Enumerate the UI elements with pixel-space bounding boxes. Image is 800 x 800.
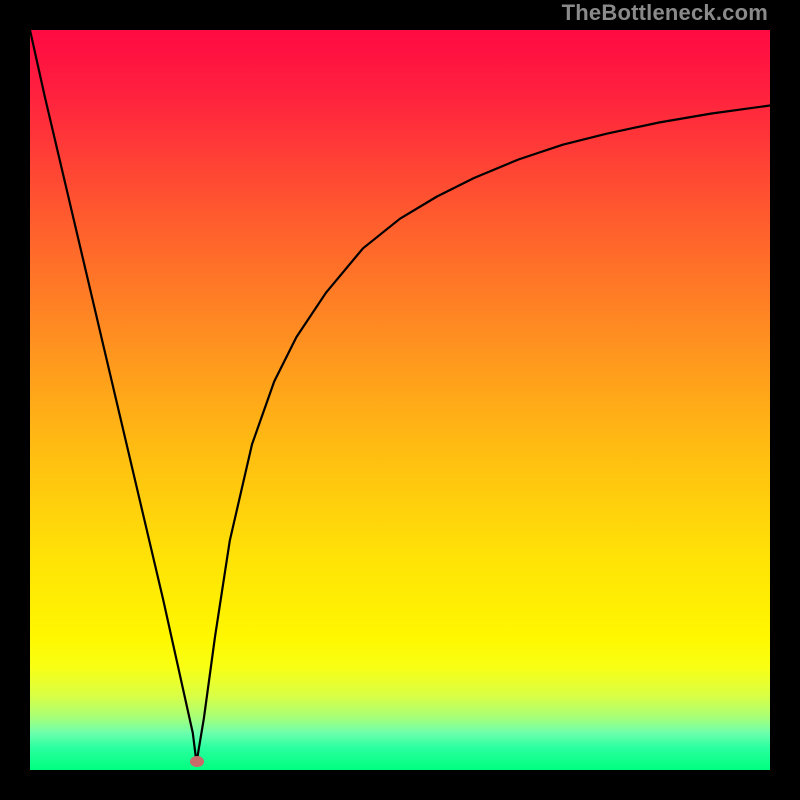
bottleneck-curve — [30, 30, 770, 763]
curve-svg — [30, 30, 770, 770]
watermark-text: TheBottleneck.com — [562, 0, 768, 26]
chart-marker — [190, 756, 204, 767]
plot-area — [30, 30, 770, 770]
chart-frame: TheBottleneck.com — [0, 0, 800, 800]
